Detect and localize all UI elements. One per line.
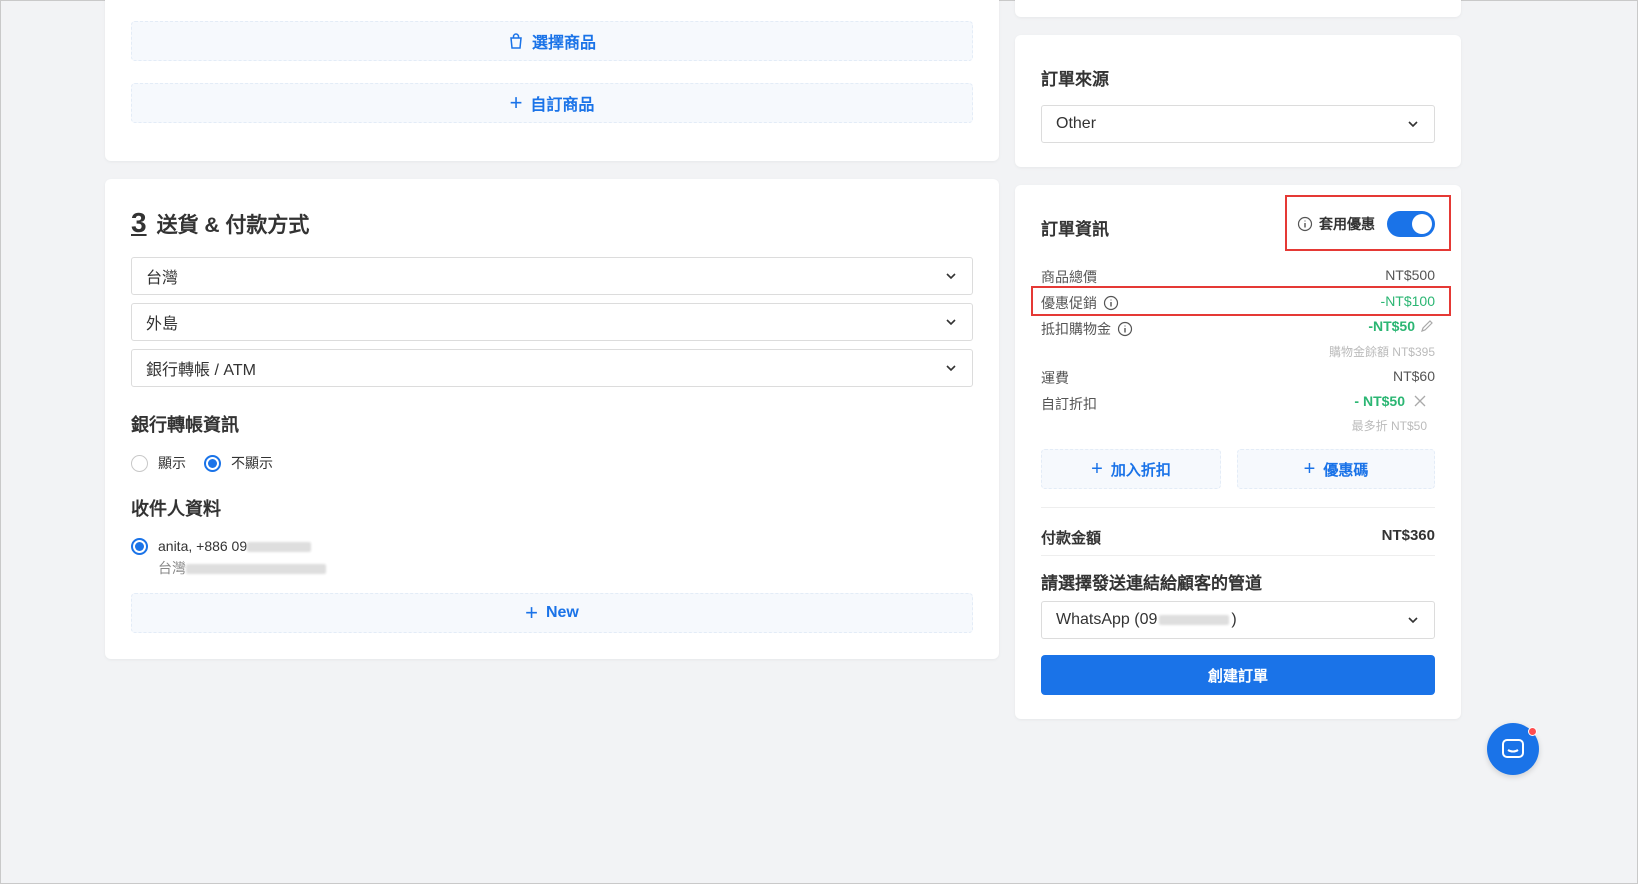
- plus-icon: +: [525, 600, 538, 625]
- shopping-bag-icon: [510, 33, 522, 49]
- custom-discount-max: 最多折 NT$50: [1351, 419, 1427, 433]
- recipient-option[interactable]: anita, +886 09 台灣: [131, 535, 326, 579]
- custom-product-button[interactable]: + 自訂商品: [131, 83, 973, 123]
- promo-highlight: [1031, 286, 1451, 316]
- divider: [1041, 507, 1435, 508]
- credit-value-group: -NT$50: [1368, 318, 1435, 334]
- close-icon[interactable]: [1413, 394, 1427, 408]
- hide-radio[interactable]: [204, 454, 221, 472]
- right-top-card: [1015, 0, 1461, 17]
- order-info-card: 訂單資訊 套用優惠 商品總價 NT$500 優惠促銷 -NT$100 抵扣購物金…: [1015, 185, 1461, 719]
- chevron-down-icon: [946, 273, 956, 280]
- recipient-label: 收件人資料: [131, 499, 221, 519]
- plus-icon: +: [1303, 457, 1316, 480]
- chat-icon: [1502, 739, 1524, 758]
- country-select[interactable]: 台灣: [131, 257, 973, 295]
- chevron-down-icon: [1408, 617, 1418, 624]
- info-icon[interactable]: [1117, 321, 1133, 337]
- credit-label: 抵扣購物金: [1041, 321, 1111, 337]
- credit-row: 抵扣購物金: [1041, 319, 1133, 339]
- chevron-down-icon: [946, 319, 956, 326]
- recipient-name-phone: anita, +886 09: [158, 538, 248, 554]
- channel-select[interactable]: WhatsApp (09): [1041, 601, 1435, 639]
- divider: [1041, 555, 1435, 556]
- region-select[interactable]: 外島: [131, 303, 973, 341]
- region-value: 外島: [146, 316, 179, 333]
- shipping-payment-card: 3 送貨 & 付款方式 台灣 外島 銀行轉帳 / ATM 銀行轉帳資訊 顯示 不…: [105, 179, 999, 659]
- custom-product-label: 自訂商品: [530, 97, 595, 114]
- payment-method-select[interactable]: 銀行轉帳 / ATM: [131, 349, 973, 387]
- select-products-label: 選擇商品: [531, 35, 596, 52]
- toggle-highlight: [1285, 195, 1451, 251]
- bank-info-radio-group: 顯示 不顯示: [131, 453, 273, 473]
- shipping-fee-label: 運費: [1041, 370, 1069, 386]
- step-number: 3: [131, 207, 147, 238]
- redacted-phone: [247, 542, 312, 553]
- total-value: NT$360: [1381, 527, 1435, 544]
- coupon-label: 優惠碼: [1323, 461, 1369, 479]
- order-source-select[interactable]: Other: [1041, 105, 1435, 143]
- coupon-button[interactable]: + 優惠碼: [1237, 449, 1435, 489]
- recipient-address: 台灣: [158, 560, 186, 576]
- recipient-radio[interactable]: [131, 538, 148, 555]
- show-radio[interactable]: [131, 454, 148, 472]
- plus-icon: +: [509, 90, 523, 115]
- create-order-button[interactable]: 創建訂單: [1041, 655, 1435, 695]
- custom-discount-value-group: - NT$50: [1354, 393, 1427, 409]
- order-source-card: 訂單來源 Other: [1015, 35, 1461, 167]
- chat-launcher-button[interactable]: [1487, 723, 1539, 775]
- notification-dot: [1528, 727, 1537, 736]
- order-source-title: 訂單來源: [1041, 70, 1109, 89]
- create-order-label: 創建訂單: [1207, 667, 1268, 685]
- edit-icon[interactable]: [1419, 318, 1435, 334]
- subtotal-label: 商品總價: [1041, 269, 1097, 285]
- channel-value-suffix: ): [1231, 611, 1237, 628]
- order-info-title: 訂單資訊: [1041, 220, 1109, 239]
- select-products-button[interactable]: 選擇商品: [131, 21, 973, 61]
- payment-method-value: 銀行轉帳 / ATM: [146, 362, 256, 379]
- redacted-address: [186, 564, 326, 575]
- chevron-down-icon: [946, 365, 956, 372]
- credit-balance: 購物金餘額 NT$395: [1328, 345, 1435, 359]
- bank-info-label: 銀行轉帳資訊: [131, 415, 239, 435]
- subtotal-value: NT$500: [1385, 267, 1435, 283]
- recipient-details: anita, +886 09 台灣: [158, 535, 326, 579]
- redacted-phone: [1159, 615, 1230, 625]
- hide-radio-label: 不顯示: [231, 455, 273, 471]
- add-discount-label: 加入折扣: [1110, 461, 1171, 479]
- channel-value-prefix: WhatsApp (09: [1056, 611, 1158, 628]
- show-radio-label: 顯示: [158, 455, 186, 471]
- chevron-down-icon: [1408, 121, 1418, 128]
- total-label: 付款金額: [1041, 530, 1102, 547]
- new-recipient-button[interactable]: + New: [131, 593, 973, 633]
- order-source-value: Other: [1056, 115, 1097, 132]
- credit-value: -NT$50: [1368, 318, 1415, 334]
- add-discount-button[interactable]: + 加入折扣: [1041, 449, 1221, 489]
- custom-discount-value: - NT$50: [1354, 393, 1405, 409]
- new-recipient-label: New: [545, 604, 579, 621]
- custom-discount-label: 自訂折扣: [1041, 396, 1097, 412]
- section-title-text: 送貨 & 付款方式: [156, 214, 310, 237]
- channel-label: 請選擇發送連結給顧客的管道: [1041, 574, 1262, 593]
- plus-icon: +: [1091, 457, 1103, 480]
- section-title: 3 送貨 & 付款方式: [131, 207, 309, 239]
- country-value: 台灣: [146, 270, 179, 287]
- shipping-fee-value: NT$60: [1392, 368, 1435, 384]
- products-card: 選擇商品 + 自訂商品: [105, 0, 999, 161]
